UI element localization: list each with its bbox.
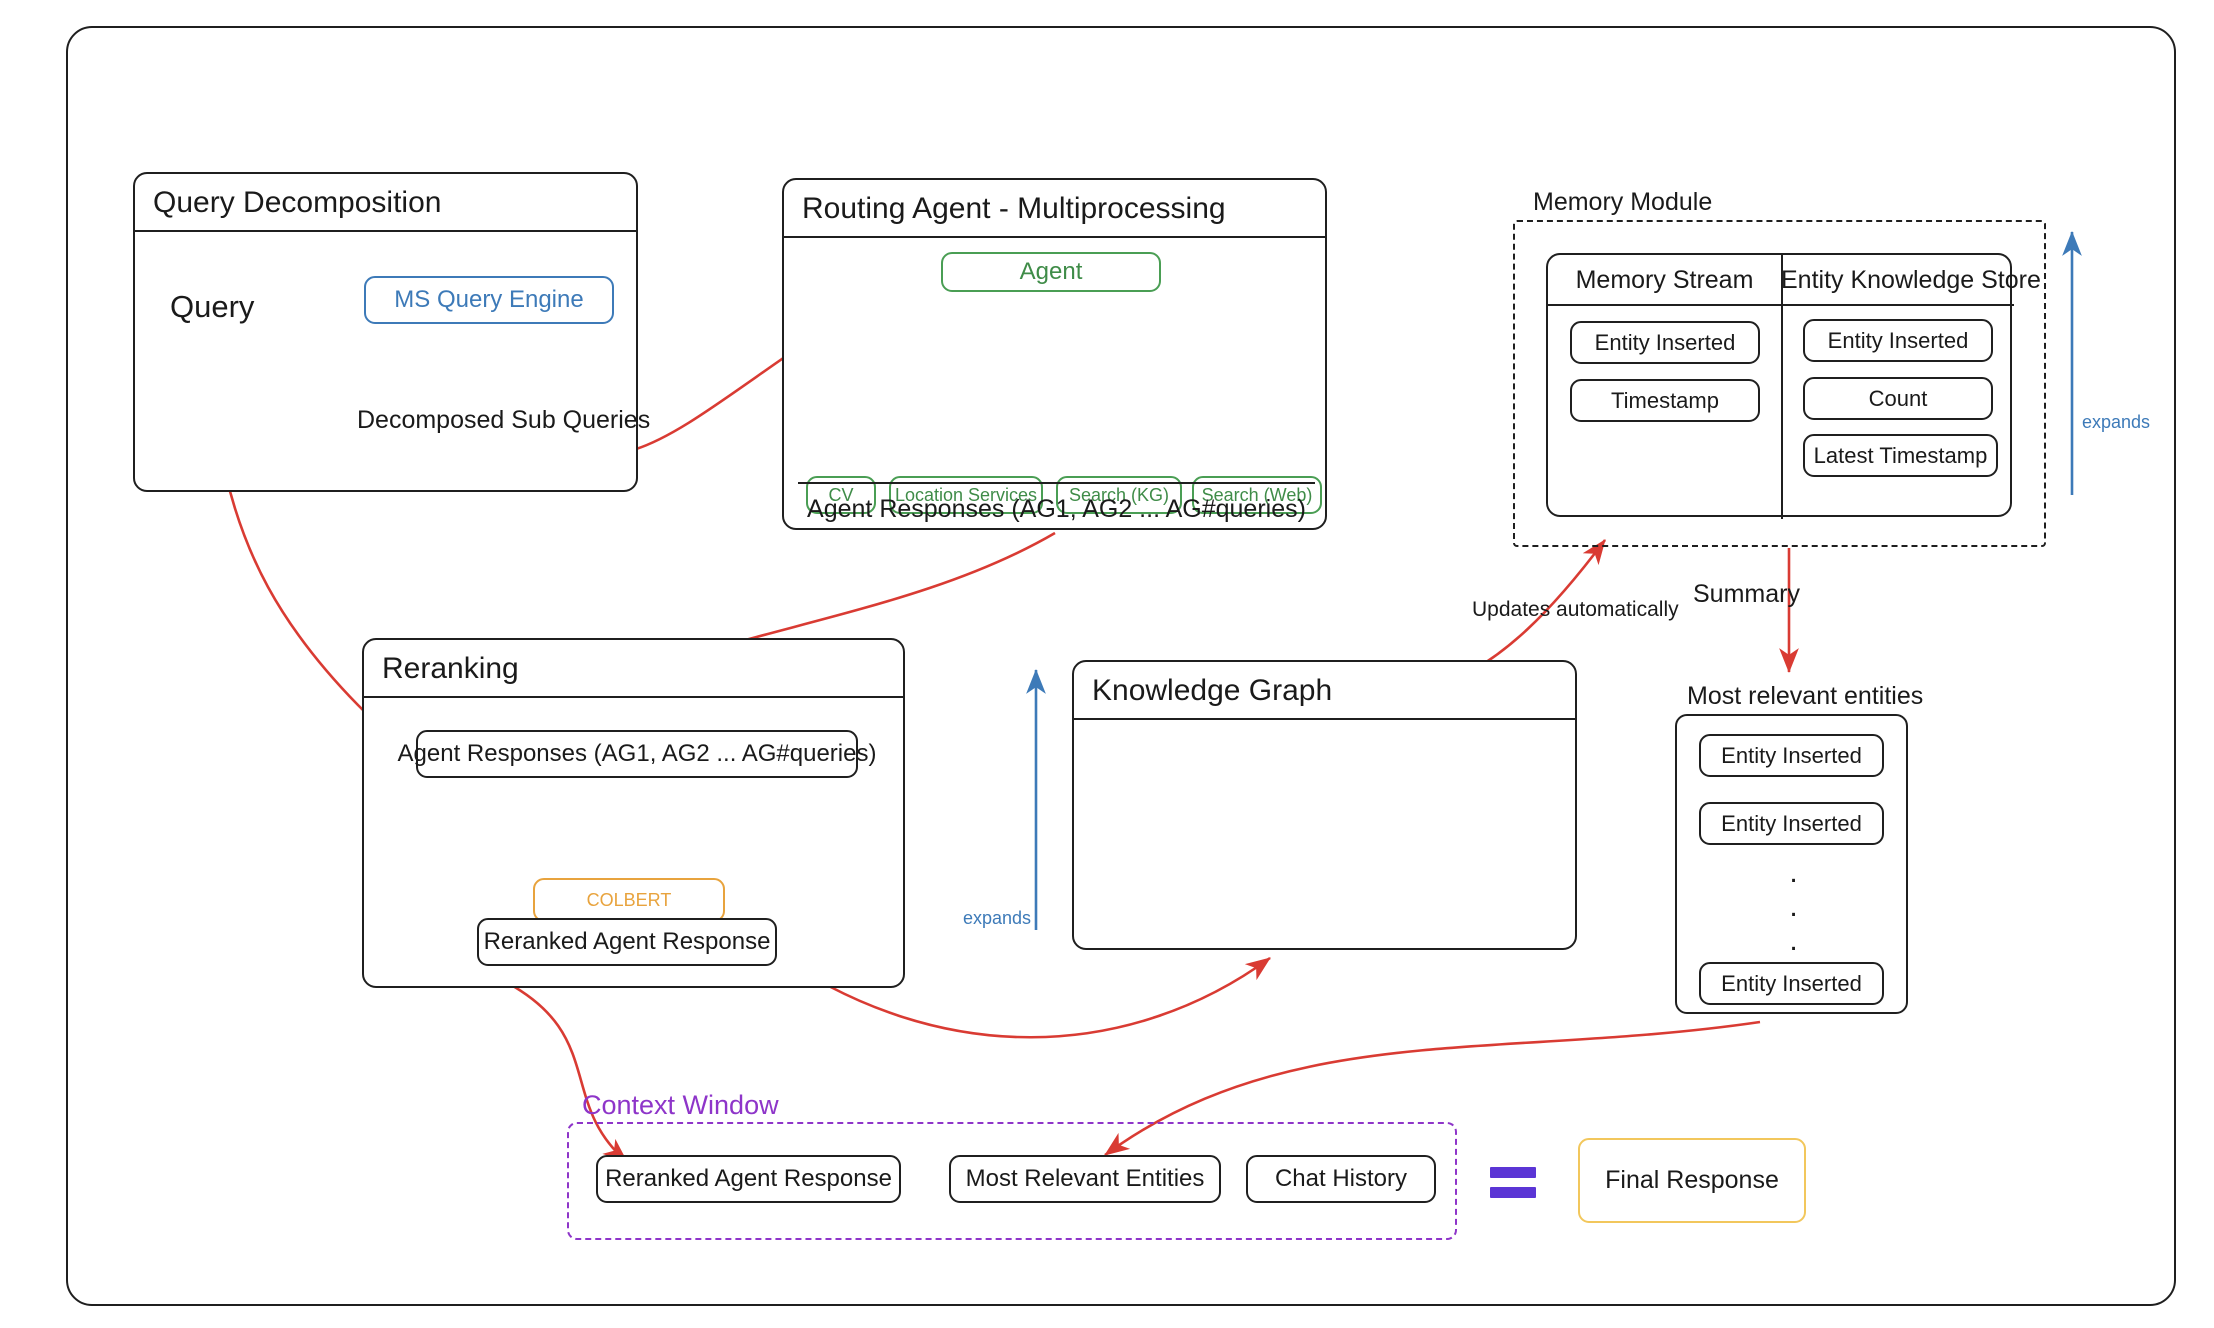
equals-icon — [1490, 1162, 1536, 1202]
memory-stream-item-timestamp[interactable]: Timestamp — [1570, 379, 1760, 422]
entity-item-1[interactable]: Entity Inserted — [1699, 734, 1884, 777]
context-item-chat-history[interactable]: Chat History — [1246, 1155, 1436, 1203]
entity-item-2[interactable]: Entity Inserted — [1699, 802, 1884, 845]
query-label: Query — [170, 289, 255, 324]
entity-item-3[interactable]: Entity Inserted — [1699, 962, 1884, 1005]
query-decomposition-title: Query Decomposition — [135, 174, 636, 232]
knowledge-graph-title: Knowledge Graph — [1074, 662, 1575, 720]
routing-agent-panel: Routing Agent - Multiprocessing Agent CV… — [782, 178, 1327, 530]
colbert-box[interactable]: COLBERT — [533, 878, 725, 922]
routing-agent-title: Routing Agent - Multiprocessing — [784, 180, 1325, 238]
reranking-input-box[interactable]: Agent Responses (AG1, AG2 ... AG#queries… — [398, 730, 876, 778]
entity-ellipsis-dot-3: . — [1789, 924, 1798, 957]
memory-expands-label: expands — [2082, 412, 2151, 432]
context-item-most-relevant-entities[interactable]: Most Relevant Entities — [949, 1155, 1221, 1203]
memory-module-title: Memory Module — [1533, 188, 1713, 216]
entity-ellipsis-dot-1: . — [1789, 856, 1798, 889]
eks-item-latest-timestamp[interactable]: Latest Timestamp — [1803, 434, 1998, 477]
routing-agent-footer-divider — [798, 482, 1315, 484]
decomposed-subqueries-label: Decomposed Sub Queries — [357, 406, 651, 434]
knowledge-graph-body — [1074, 720, 1575, 925]
final-response-box[interactable]: Final Response — [1578, 1138, 1806, 1223]
context-window-title: Context Window — [582, 1090, 779, 1120]
context-window-box: Reranked Agent Response Most Relevant En… — [567, 1122, 1457, 1240]
most-relevant-entities-card: Entity Inserted Entity Inserted . . . En… — [1675, 714, 1908, 1014]
eks-item-entity-inserted[interactable]: Entity Inserted — [1803, 319, 1993, 362]
agent-responses-footer-label: Agent Responses (AG1, AG2 ... AG#queries… — [807, 495, 1306, 523]
reranked-agent-response-box[interactable]: Reranked Agent Response — [477, 918, 777, 966]
context-item-reranked-agent-response[interactable]: Reranked Agent Response — [596, 1155, 901, 1203]
memory-stream-column: Memory Stream Entity Inserted Timestamp — [1548, 255, 1781, 519]
ms-query-engine-box[interactable]: MS Query Engine — [364, 276, 614, 324]
reranking-title: Reranking — [364, 640, 903, 698]
memory-stream-item-entity-inserted[interactable]: Entity Inserted — [1570, 321, 1760, 364]
query-decomposition-panel: Query Decomposition Query MS Query Engin… — [133, 172, 650, 492]
updates-automatically-label: Updates automatically — [1472, 598, 1679, 621]
diagram-canvas: Query Decomposition Query MS Query Engin… — [0, 0, 2214, 1328]
memory-card: Memory Stream Entity Inserted Timestamp … — [1546, 253, 2041, 519]
entity-knowledge-store-header: Entity Knowledge Store — [1781, 255, 2041, 306]
memory-stream-header: Memory Stream — [1548, 255, 1781, 306]
knowledge-graph-panel: Knowledge Graph — [1072, 660, 1577, 950]
eks-item-count[interactable]: Count — [1803, 377, 1993, 420]
summary-label: Summary — [1693, 580, 1800, 608]
knowledge-graph-expands-label: expands — [963, 908, 1032, 928]
most-relevant-entities-title: Most relevant entities — [1687, 682, 1924, 710]
entity-ellipsis-dot-2: . — [1789, 890, 1798, 923]
agent-box[interactable]: Agent — [941, 252, 1161, 292]
entity-knowledge-store-column: Entity Knowledge Store Entity Inserted C… — [1781, 255, 2041, 519]
